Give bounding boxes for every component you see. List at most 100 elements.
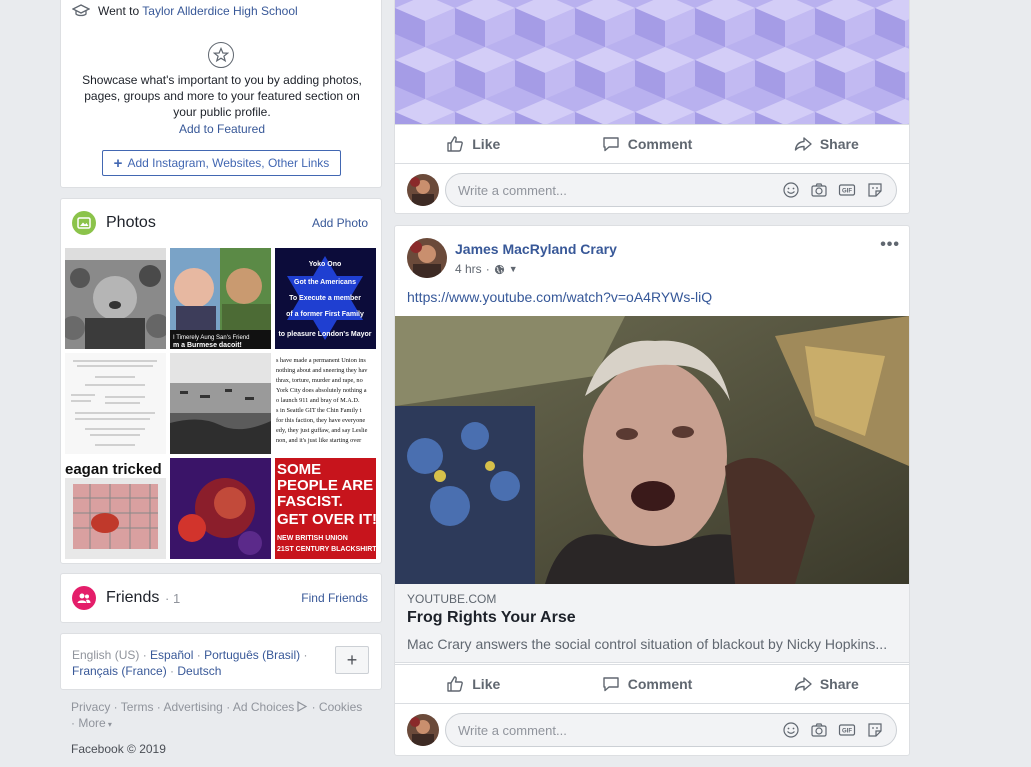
language-option[interactable]: Français (France)	[72, 664, 167, 678]
add-links-button[interactable]: + Add Instagram, Websites, Other Links	[102, 150, 341, 176]
svg-text:o launch 911 and bray of M.A.D: o launch 911 and bray of M.A.D.	[276, 397, 360, 404]
footer: Privacy · Terms · Advertising · Ad Choic…	[71, 699, 371, 757]
education-entry: Went to Taylor Allderdice High School	[72, 4, 298, 18]
globe-icon[interactable]	[494, 264, 505, 275]
featured-star-icon	[208, 42, 234, 68]
photo-tile[interactable]: I Timerely Aung San's Friend m a Burmese…	[170, 248, 271, 349]
svg-text:of a former First Family: of a former First Family	[286, 311, 364, 318]
photo-tile[interactable]: s have made a permanent Union ins nothin…	[275, 353, 376, 454]
preview-domain: YOUTUBE.COM	[407, 592, 497, 606]
add-to-featured-text[interactable]: Add to Featured	[179, 122, 265, 136]
photo-tile[interactable]	[65, 248, 166, 349]
graduation-cap-icon	[72, 4, 90, 17]
language-option[interactable]: Português (Brasil)	[204, 648, 300, 662]
post-actions: Like Comment Share	[395, 124, 909, 164]
thumbs-up-icon	[447, 676, 464, 692]
share-button[interactable]: Share	[793, 674, 859, 694]
svg-text:SOME: SOME	[277, 461, 321, 478]
comment-composer: Write a comment... GIF	[407, 713, 897, 747]
photos-header: Photos	[72, 211, 156, 235]
like-label: Like	[472, 136, 501, 152]
sticker-icon[interactable]	[866, 721, 884, 739]
footer-more-link[interactable]: More	[78, 716, 105, 730]
footer-link-privacy[interactable]: Privacy	[71, 700, 110, 714]
comment-label: Comment	[627, 676, 693, 692]
school-link[interactable]: Taylor Allderdice High School	[142, 4, 297, 18]
footer-link-advertising[interactable]: Advertising	[163, 700, 222, 714]
more-options-icon[interactable]: •••	[880, 236, 900, 254]
comment-placeholder: Write a comment...	[458, 183, 567, 198]
comment-button[interactable]: Comment	[601, 674, 693, 694]
svg-text:Yoko Ono: Yoko Ono	[309, 261, 342, 268]
footer-link-terms[interactable]: Terms	[121, 700, 154, 714]
photo-tile[interactable]: eagan tricked	[65, 458, 166, 559]
chevron-down-icon: ▾	[105, 720, 112, 729]
photo-tile[interactable]: Yoko Ono Got the Americans To Execute a …	[275, 248, 376, 349]
svg-text:GIF: GIF	[842, 189, 852, 195]
comment-input[interactable]: Write a comment... GIF	[445, 713, 897, 747]
post-image[interactable]	[395, 0, 909, 124]
like-button[interactable]: Like	[445, 674, 500, 694]
comment-label: Comment	[627, 136, 693, 152]
feed-post: Like Comment Share Write a comment... GI…	[394, 0, 910, 214]
post-link[interactable]: https://www.youtube.com/watch?v=oA4RYWs-…	[407, 289, 712, 305]
post-timestamp[interactable]: 4 hrs	[455, 262, 482, 276]
photos-title[interactable]: Photos	[106, 214, 156, 232]
comment-tools: GIF	[782, 181, 884, 199]
friends-count: · 1	[165, 591, 181, 606]
share-label: Share	[819, 676, 859, 692]
link-preview[interactable]: YOUTUBE.COM Frog Rights Your Arse Mac Cr…	[395, 584, 909, 663]
current-language: English (US)	[72, 648, 140, 662]
author-avatar[interactable]	[407, 238, 447, 278]
photo-tile[interactable]	[65, 353, 166, 454]
post-actions: Like Comment Share	[395, 664, 909, 704]
emoji-icon[interactable]	[782, 721, 800, 739]
thumbs-up-icon	[447, 136, 464, 152]
camera-icon[interactable]	[810, 181, 828, 199]
camera-icon[interactable]	[810, 721, 828, 739]
comment-input[interactable]: Write a comment... GIF	[445, 173, 897, 207]
ad-choices-icon	[297, 700, 308, 713]
find-friends-link[interactable]: Find Friends	[301, 591, 368, 605]
add-to-featured-link[interactable]: Add to Featured	[61, 122, 383, 136]
share-button[interactable]: Share	[793, 134, 859, 154]
post-meta: 4 hrs · ▼	[455, 262, 518, 276]
svg-text:Got the Americans: Got the Americans	[294, 279, 356, 286]
languages-card: English (US) · Español · Português (Bras…	[60, 633, 382, 690]
friends-title[interactable]: Friends	[106, 589, 159, 607]
footer-link-ad-choices[interactable]: Ad Choices	[233, 700, 294, 714]
preview-title[interactable]: Frog Rights Your Arse	[407, 609, 576, 627]
svg-text:non, and it's just like starti: non, and it's just like starting over	[276, 437, 362, 444]
svg-text:PEOPLE ARE: PEOPLE ARE	[277, 477, 373, 494]
share-arrow-icon	[794, 137, 812, 151]
intro-card: Went to Taylor Allderdice High School Sh…	[60, 0, 382, 188]
language-option[interactable]: Español	[150, 648, 193, 662]
add-links-label: Add Instagram, Websites, Other Links	[127, 156, 330, 170]
add-language-button[interactable]: +	[335, 646, 369, 674]
svg-text:edy, they just guffaw, and say: edy, they just guffaw, and say Leslie	[276, 427, 368, 434]
video-thumbnail[interactable]	[395, 316, 909, 584]
photo-tile[interactable]	[170, 353, 271, 454]
photo-tile[interactable]: SOME PEOPLE ARE FASCIST. GET OVER IT! NE…	[275, 458, 376, 559]
photo-grid: I Timerely Aung San's Friend m a Burmese…	[65, 248, 378, 559]
post-author[interactable]: James MacRyland Crary	[455, 241, 617, 257]
photos-card: Photos Add Photo I Timerely Aung San's F…	[60, 198, 382, 564]
like-label: Like	[472, 676, 501, 692]
language-option[interactable]: Deutsch	[177, 664, 221, 678]
add-photo-link[interactable]: Add Photo	[312, 216, 368, 230]
svg-text:York City does absolutely noth: York City does absolutely nothing a	[276, 387, 367, 394]
footer-link-cookies[interactable]: Cookies	[319, 700, 362, 714]
photo-tile[interactable]	[170, 458, 271, 559]
footer-links: Privacy · Terms · Advertising · Ad Choic…	[71, 700, 363, 730]
gif-icon[interactable]: GIF	[838, 721, 856, 739]
avatar[interactable]	[407, 714, 439, 746]
avatar[interactable]	[407, 174, 439, 206]
gif-icon[interactable]: GIF	[838, 181, 856, 199]
comment-button[interactable]: Comment	[601, 134, 693, 154]
like-button[interactable]: Like	[445, 134, 500, 154]
emoji-icon[interactable]	[782, 181, 800, 199]
svg-text:GET OVER IT!: GET OVER IT!	[277, 511, 376, 528]
chevron-down-icon[interactable]: ▼	[509, 264, 518, 274]
sticker-icon[interactable]	[866, 181, 884, 199]
photos-icon	[72, 211, 96, 235]
